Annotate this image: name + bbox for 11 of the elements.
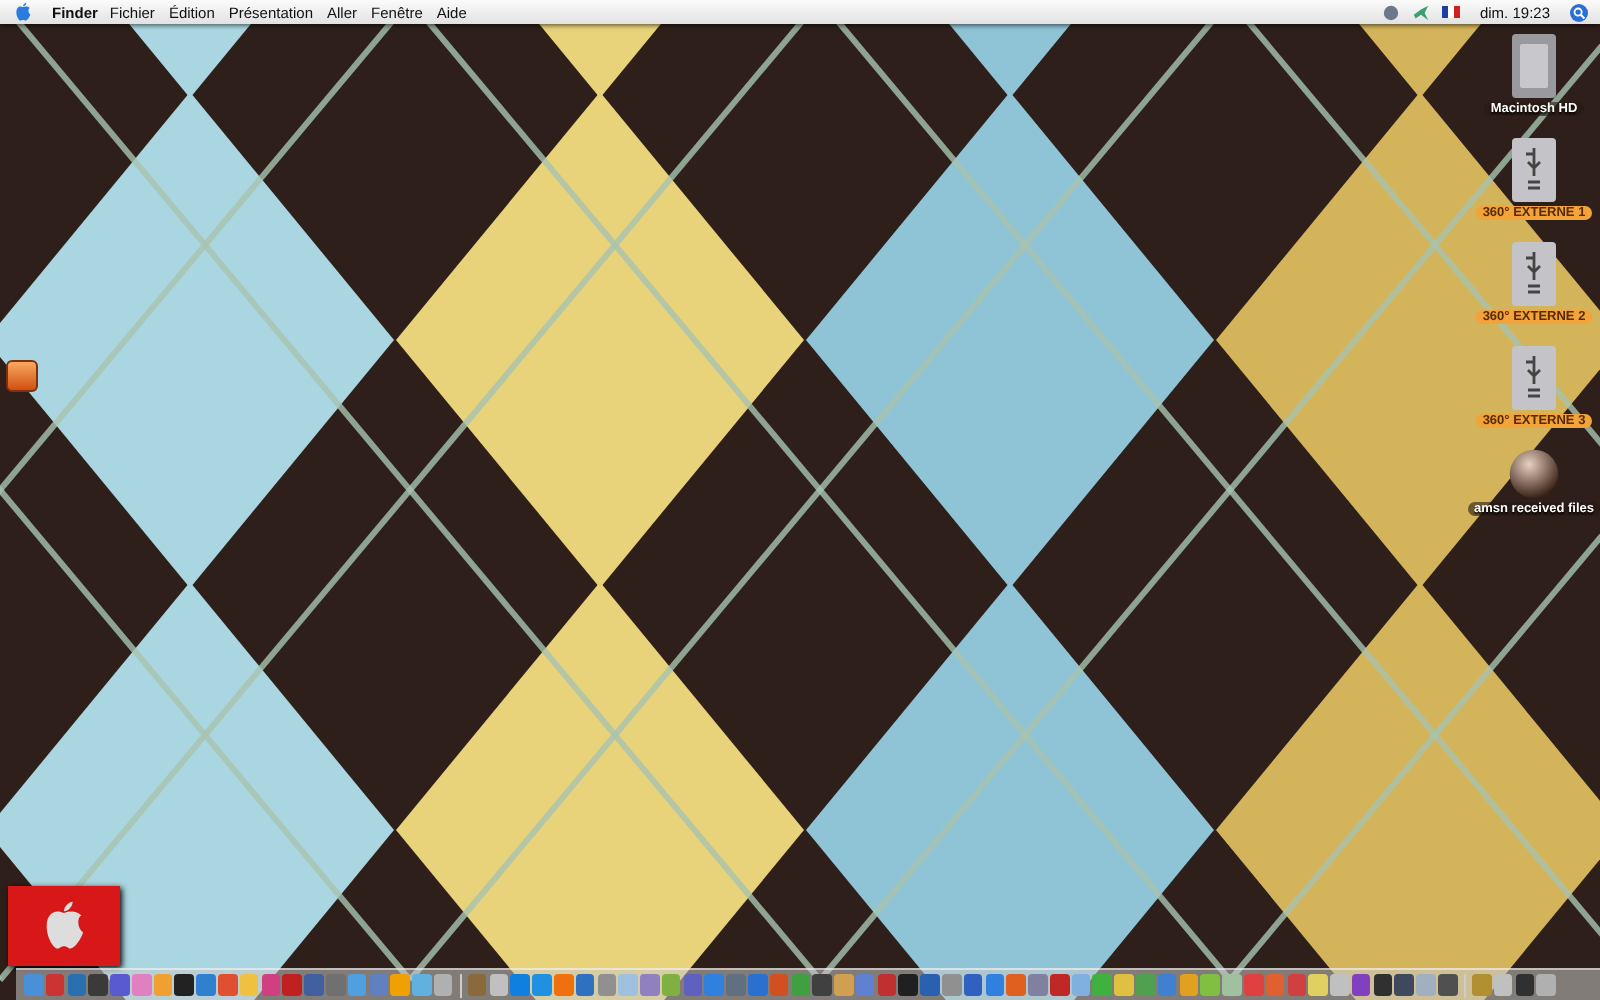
apple-widget[interactable] — [8, 886, 120, 966]
dock-app-icon[interactable] — [174, 974, 195, 996]
app-icon[interactable] — [6, 360, 38, 392]
search-icon[interactable] — [1570, 3, 1588, 21]
status-menu-icon[interactable] — [1381, 3, 1400, 21]
french-flag-icon[interactable] — [1441, 6, 1460, 18]
dock-app-icon[interactable] — [1437, 974, 1458, 996]
apple-menu-icon[interactable] — [14, 2, 32, 22]
apple-icon — [42, 900, 86, 952]
dock-app-icon[interactable] — [898, 974, 919, 996]
sphere-icon[interactable] — [1508, 448, 1560, 500]
